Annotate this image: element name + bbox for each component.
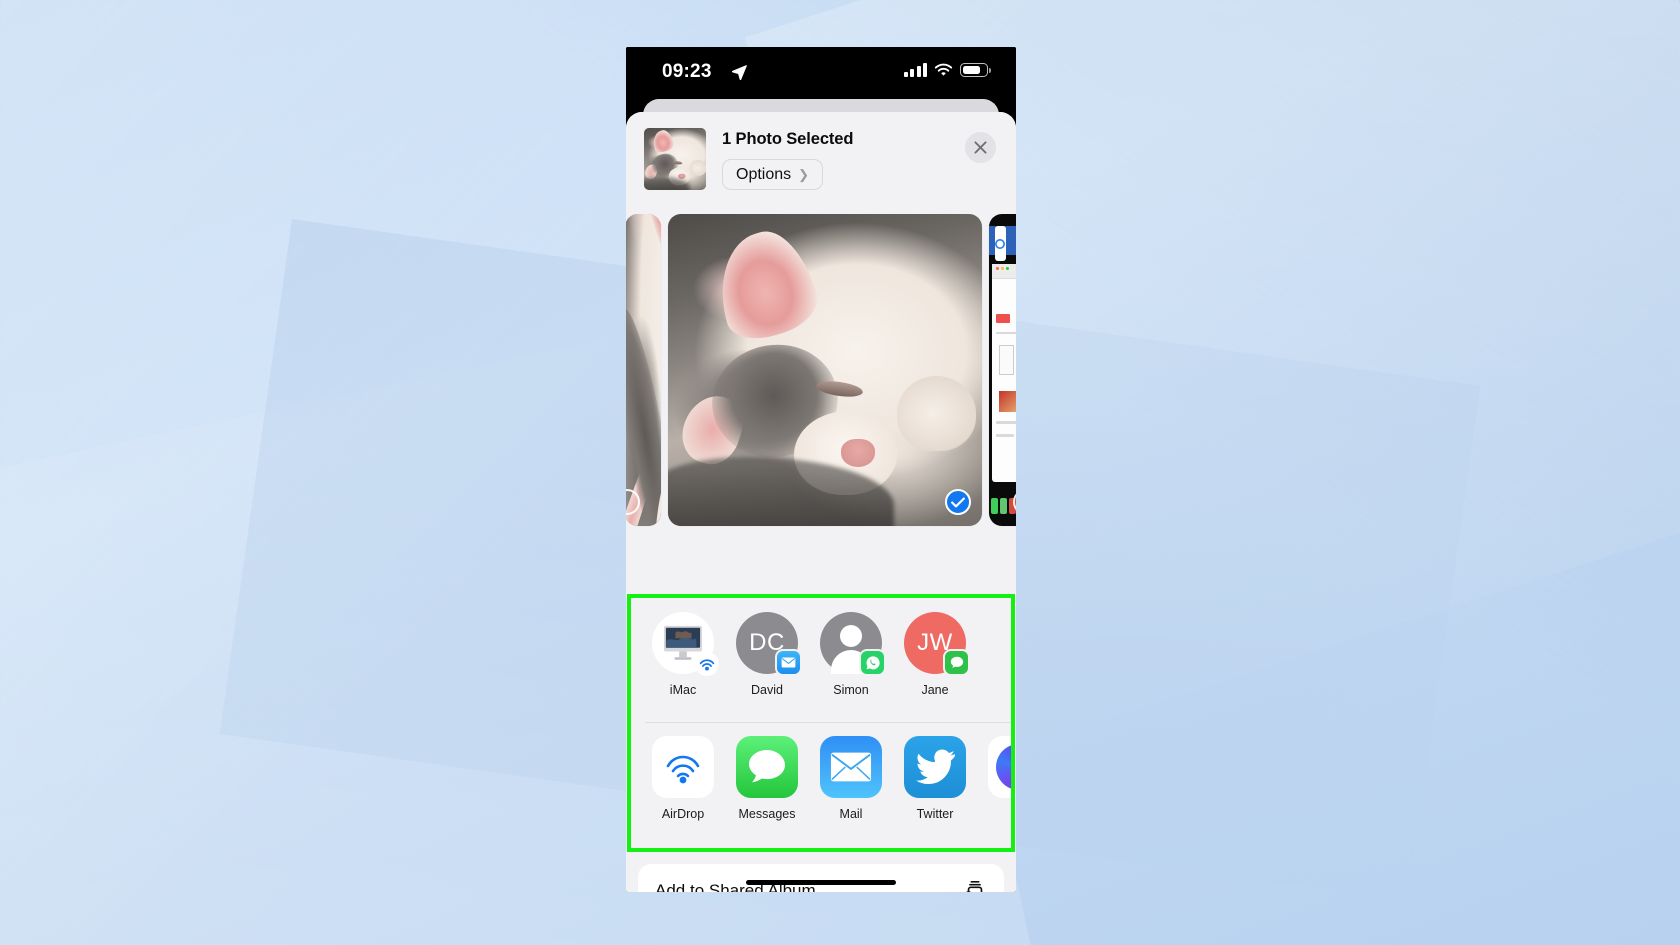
status-bar-indicators: [903, 63, 991, 77]
chevron-right-icon: ❯: [798, 166, 810, 182]
app-tile-mail[interactable]: Mail: [809, 736, 893, 847]
share-targets-highlight: iMac DC David Simon JW Jane AirDrop Mess…: [627, 594, 1015, 852]
person-label: iMac: [669, 683, 697, 697]
options-button[interactable]: Options ❯: [722, 159, 824, 190]
person-tile-david[interactable]: DC David: [725, 612, 809, 722]
options-button-label: Options: [736, 165, 792, 183]
checkmark-circle-icon[interactable]: [945, 489, 971, 515]
close-icon: [974, 141, 987, 154]
header-text-block: 1 Photo Selected Options ❯: [722, 128, 853, 214]
app-label: AirDrop: [661, 807, 705, 821]
action-list: Add to Shared Album Add to Album: [638, 864, 1004, 892]
twitter-icon: [904, 736, 966, 798]
share-sheet: 1 Photo Selected Options ❯ iMac DC David…: [626, 112, 1016, 892]
people-row[interactable]: iMac DC David Simon JW Jane: [631, 598, 1011, 722]
iphone-frame: 09:23 1 Photo Selected Options ❯ iMac DC…: [626, 47, 1016, 892]
app-label: Mail: [839, 807, 863, 821]
app-label: Messages: [738, 807, 796, 821]
app-tile-twitter[interactable]: Twitter: [893, 736, 977, 847]
person-tile-simon[interactable]: Simon: [809, 612, 893, 722]
page-title: 1 Photo Selected: [722, 130, 854, 148]
more-apps-icon: [988, 736, 1011, 798]
avatar: [652, 612, 719, 676]
mail-icon: [820, 736, 882, 798]
person-label: David: [751, 683, 783, 697]
whatsapp-badge-icon: [859, 649, 886, 676]
app-tile-messages[interactable]: Messages: [725, 736, 809, 847]
app-tile-more[interactable]: Me: [977, 736, 1011, 847]
status-bar-time: 09:23: [662, 61, 712, 82]
avatar: DC: [736, 612, 802, 676]
wifi-icon: [934, 63, 953, 76]
cellular-bars-icon: [903, 63, 927, 77]
person-tile-jane[interactable]: JW Jane: [893, 612, 977, 722]
airdrop-badge-icon: [693, 650, 720, 677]
messages-badge-icon: [943, 649, 970, 676]
avatar: [820, 612, 886, 676]
home-indicator: [746, 880, 896, 885]
close-button[interactable]: [965, 132, 996, 163]
app-label: Twitter: [916, 807, 954, 821]
shared-album-icon: [965, 880, 983, 892]
mail-badge-icon: [775, 649, 802, 676]
location-arrow-icon: [731, 65, 747, 80]
app-tile-airdrop[interactable]: AirDrop: [641, 736, 725, 847]
person-label: Jane: [921, 683, 949, 697]
messages-icon: [736, 736, 798, 798]
battery-icon: [960, 63, 991, 77]
action-add-to-shared-album[interactable]: Add to Shared Album: [638, 864, 1004, 892]
carousel-item-selected[interactable]: [668, 214, 982, 526]
apps-row[interactable]: AirDrop Messages Mail Twitter: [631, 723, 1011, 847]
carousel-item-previous[interactable]: [626, 214, 661, 526]
share-sheet-header: 1 Photo Selected Options ❯: [626, 112, 1016, 214]
airdrop-icon: [652, 736, 714, 798]
selected-photo-thumbnail[interactable]: [644, 128, 706, 190]
photo-carousel[interactable]: [626, 214, 1016, 536]
app-label: Me: [977, 807, 1011, 821]
person-label: Simon: [833, 683, 869, 697]
carousel-item-next[interactable]: [989, 214, 1016, 526]
person-tile-imac[interactable]: iMac: [641, 612, 725, 722]
avatar: JW: [904, 612, 970, 676]
status-bar: 09:23: [626, 47, 1016, 99]
